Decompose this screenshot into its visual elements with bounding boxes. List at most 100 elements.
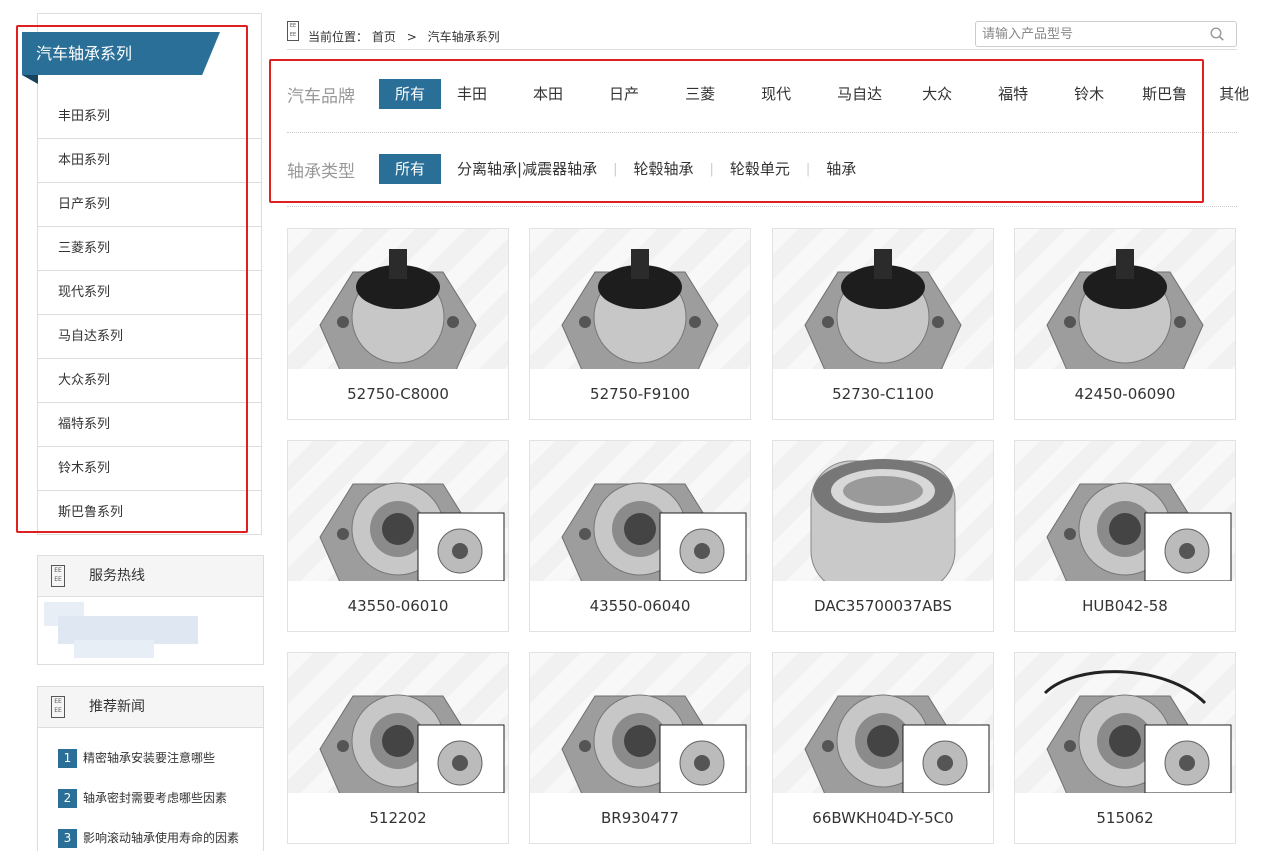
product-name[interactable]: 52750-C8000 — [288, 385, 508, 403]
product-card[interactable]: 515062 — [1014, 652, 1236, 844]
category-item-hyundai[interactable]: 现代系列 — [38, 271, 261, 315]
hub-unit-flange-icon — [319, 482, 505, 581]
product-image[interactable] — [530, 229, 750, 369]
breadcrumb-path: 当前位置： 首页 > 汽车轴承系列 — [308, 30, 500, 44]
type-filter: 轴承类型 所有 分离轴承|减震器轴承 | 轮毂轴承 | 轮毂单元 | 轴承 — [287, 154, 872, 184]
category-item-mitsubishi[interactable]: 三菱系列 — [38, 227, 261, 271]
news-list: 1 精密轴承安装要注意哪些 2 轴承密封需要考虑哪些因素 3 影响滚动轴承使用寿命的因… — [38, 728, 263, 851]
product-image[interactable] — [1015, 653, 1235, 793]
product-name[interactable]: DAC35700037ABS — [773, 597, 993, 615]
search-icon[interactable] — [1210, 27, 1224, 41]
product-image[interactable] — [1015, 229, 1235, 369]
product-image[interactable] — [288, 441, 508, 581]
brand-option-mitsubishi[interactable]: 三菱 — [669, 79, 731, 109]
brand-filter-label: 汽车品牌 — [287, 86, 355, 107]
brand-option-suzuki[interactable]: 铃木 — [1058, 79, 1120, 109]
news-item[interactable]: 2 轴承密封需要考虑哪些因素 — [58, 788, 263, 828]
brand-option-mazda[interactable]: 马自达 — [821, 79, 898, 109]
product-name[interactable]: 52750-F9100 — [530, 385, 750, 403]
category-item-mazda[interactable]: 马自达系列 — [38, 315, 261, 359]
news-title: 推荐新闻 — [89, 699, 145, 715]
type-option-release-damper-bearing[interactable]: 分离轴承|减震器轴承 — [441, 154, 613, 184]
product-card[interactable]: 52730-C1100 — [772, 228, 994, 420]
product-image[interactable] — [1015, 441, 1235, 581]
type-filter-label: 轴承类型 — [287, 161, 355, 182]
product-card[interactable]: 52750-F9100 — [529, 228, 751, 420]
brand-option-other[interactable]: 其他 — [1203, 79, 1265, 109]
hotline-number-blurred — [44, 602, 204, 658]
hotline-panel: EE EE 服务热线 — [37, 555, 264, 665]
filter-divider — [287, 206, 1237, 207]
brand-option-honda[interactable]: 本田 — [517, 79, 579, 109]
product-image[interactable] — [773, 441, 993, 581]
hub-assembly-icon — [319, 694, 505, 793]
product-name[interactable]: 42450-06090 — [1015, 385, 1235, 403]
type-option-hub-unit[interactable]: 轮毂单元 — [714, 154, 806, 184]
search-box — [975, 21, 1237, 47]
product-image[interactable] — [288, 653, 508, 793]
product-name[interactable]: 512202 — [288, 809, 508, 827]
product-image[interactable] — [530, 653, 750, 793]
hub-unit-sensor-icon — [804, 249, 962, 369]
product-card[interactable]: 42450-06090 — [1014, 228, 1236, 420]
product-card[interactable]: BR930477 — [529, 652, 751, 844]
category-title-text: 汽车轴承系列 — [36, 44, 133, 63]
product-card[interactable]: 52750-C8000 — [287, 228, 509, 420]
hub-assembly-sensor-icon — [1043, 670, 1232, 793]
category-list: 丰田系列 本田系列 日产系列 三菱系列 现代系列 马自达系列 大众系列 福特系列… — [38, 95, 261, 535]
product-card[interactable]: 512202 — [287, 652, 509, 844]
category-panel: 汽车轴承系列 丰田系列 本田系列 日产系列 三菱系列 现代系列 马自达系列 大众… — [22, 13, 262, 535]
product-image[interactable] — [530, 441, 750, 581]
product-card[interactable]: 43550-06010 — [287, 440, 509, 632]
category-item-volkswagen[interactable]: 大众系列 — [38, 359, 261, 403]
book-icon: EE EE — [51, 696, 65, 718]
location-book-icon: EE EE — [287, 21, 299, 41]
hub-unit-sensor-icon — [319, 249, 477, 369]
brand-option-toyota[interactable]: 丰田 — [441, 79, 503, 109]
brand-option-volkswagen[interactable]: 大众 — [906, 79, 968, 109]
filter-divider — [287, 132, 1237, 133]
product-card[interactable]: DAC35700037ABS — [772, 440, 994, 632]
hub-assembly-icon — [1046, 482, 1232, 581]
brand-option-nissan[interactable]: 日产 — [593, 79, 655, 109]
breadcrumb-home-link[interactable]: 首页 — [372, 30, 396, 44]
product-card[interactable]: HUB042-58 — [1014, 440, 1236, 632]
product-name[interactable]: 66BWKH04D-Y-5C0 — [773, 809, 993, 827]
product-name[interactable]: HUB042-58 — [1015, 597, 1235, 615]
brand-option-ford[interactable]: 福特 — [982, 79, 1044, 109]
type-option-bearing[interactable]: 轴承 — [810, 154, 872, 184]
breadcrumb-current-link[interactable]: 汽车轴承系列 — [428, 30, 500, 44]
search-input[interactable] — [976, 22, 1196, 46]
category-item-subaru[interactable]: 斯巴鲁系列 — [38, 491, 261, 535]
hub-assembly-icon — [561, 694, 747, 793]
product-card[interactable]: 66BWKH04D-Y-5C0 — [772, 652, 994, 844]
hub-assembly-icon — [804, 694, 990, 793]
news-panel: EE EE 推荐新闻 1 精密轴承安装要注意哪些 2 轴承密封需要考虑哪些因素 3 影响… — [37, 686, 264, 851]
news-item[interactable]: 3 影响滚动轴承使用寿命的因素 — [58, 828, 263, 851]
news-item[interactable]: 1 精密轴承安装要注意哪些 — [58, 748, 263, 788]
category-item-honda[interactable]: 本田系列 — [38, 139, 261, 183]
brand-option-hyundai[interactable]: 现代 — [745, 79, 807, 109]
type-option-wheel-bearing[interactable]: 轮毂轴承 — [617, 154, 709, 184]
book-icon: EE EE — [51, 565, 65, 587]
product-name[interactable]: 43550-06010 — [288, 597, 508, 615]
type-option-all[interactable]: 所有 — [379, 154, 442, 184]
hotline-header: EE EE 服务热线 — [38, 556, 263, 597]
brand-option-all[interactable]: 所有 — [379, 79, 442, 109]
brand-filter: 汽车品牌 所有 丰田 本田 日产 三菱 现代 马自达 大众 福特 铃木 斯巴鲁 … — [287, 79, 1265, 109]
product-image[interactable] — [288, 229, 508, 369]
category-item-nissan[interactable]: 日产系列 — [38, 183, 261, 227]
news-header: EE EE 推荐新闻 — [38, 687, 263, 728]
hub-unit-sensor-icon — [561, 249, 719, 369]
product-image[interactable] — [773, 229, 993, 369]
product-name[interactable]: 43550-06040 — [530, 597, 750, 615]
product-name[interactable]: BR930477 — [530, 809, 750, 827]
category-item-ford[interactable]: 福特系列 — [38, 403, 261, 447]
product-image[interactable] — [773, 653, 993, 793]
product-name[interactable]: 52730-C1100 — [773, 385, 993, 403]
category-item-suzuki[interactable]: 铃木系列 — [38, 447, 261, 491]
category-item-toyota[interactable]: 丰田系列 — [38, 95, 261, 139]
product-name[interactable]: 515062 — [1015, 809, 1235, 827]
product-card[interactable]: 43550-06040 — [529, 440, 751, 632]
brand-option-subaru[interactable]: 斯巴鲁 — [1126, 79, 1203, 109]
